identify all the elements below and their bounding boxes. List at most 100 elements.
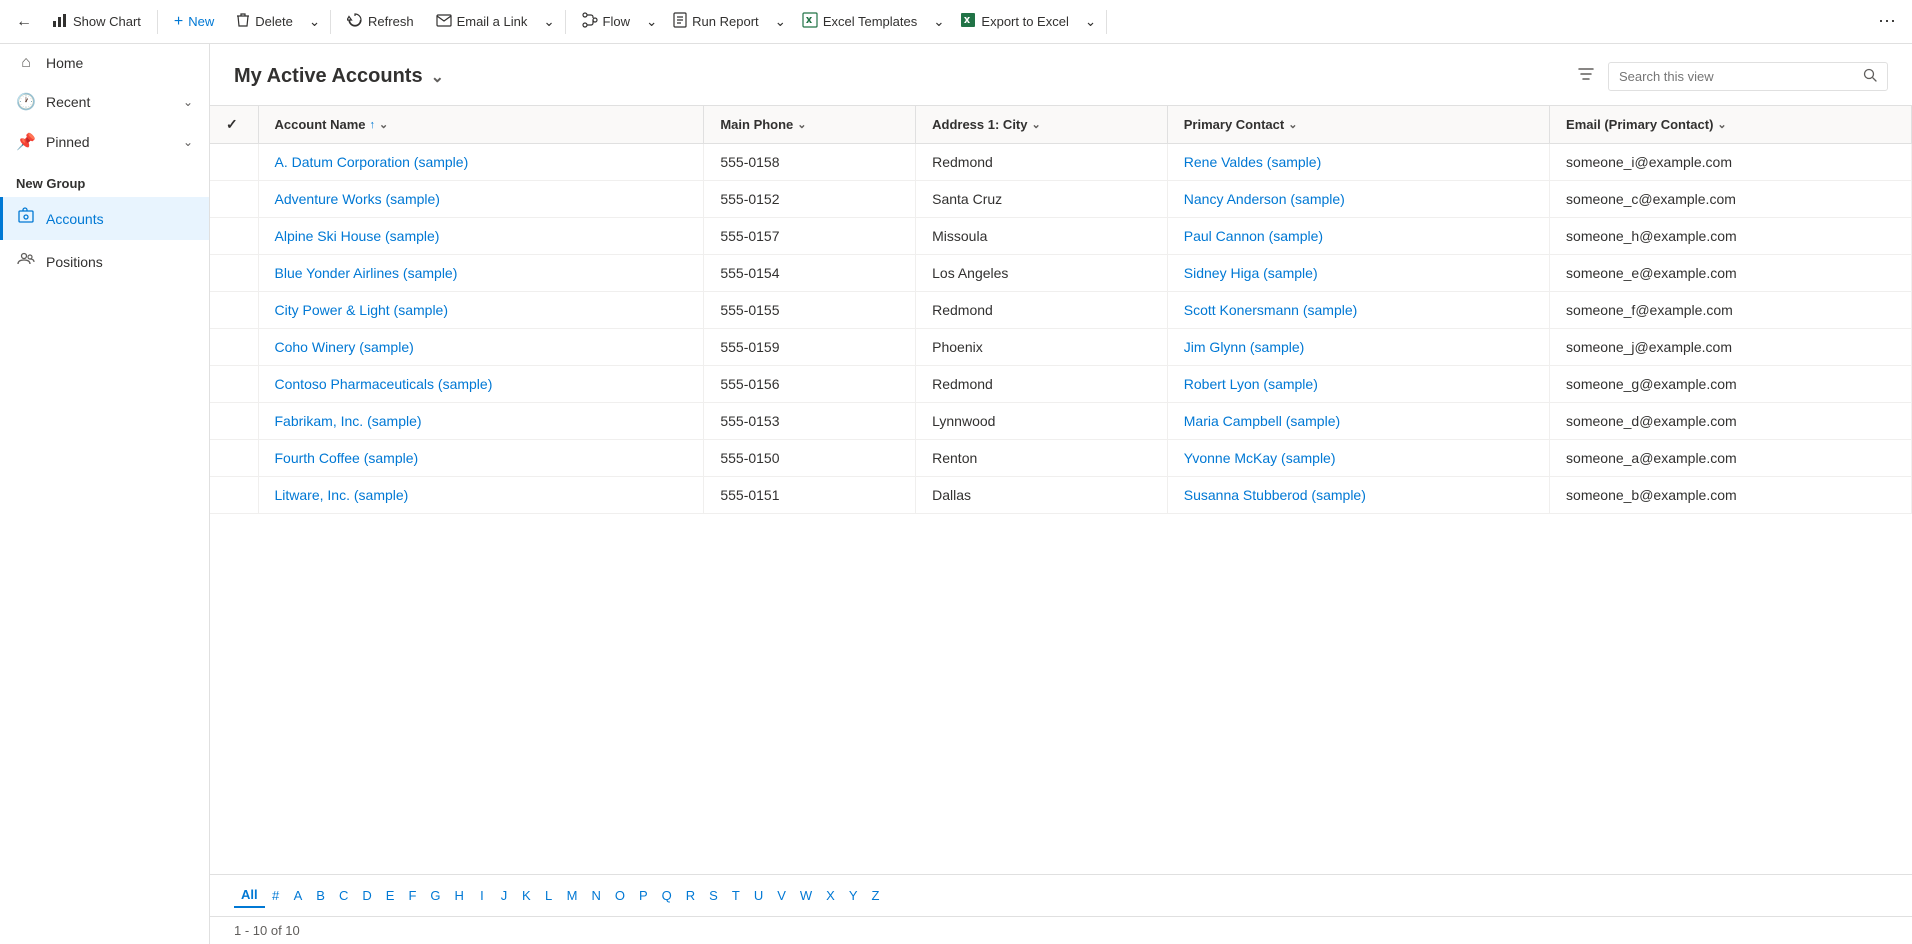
new-button[interactable]: + New <box>164 7 224 37</box>
row-checkbox[interactable] <box>210 292 258 329</box>
primary-contact-cell[interactable]: Scott Konersmann (sample) <box>1167 292 1549 329</box>
alpha-btn-i[interactable]: I <box>471 884 493 907</box>
alpha-btn-f[interactable]: F <box>401 884 423 907</box>
row-checkbox[interactable] <box>210 218 258 255</box>
alpha-btn-m[interactable]: M <box>560 884 585 907</box>
delete-dropdown-button[interactable]: ⌄ <box>305 8 324 36</box>
alpha-btn-z[interactable]: Z <box>865 884 887 907</box>
show-chart-button[interactable]: Show Chart <box>42 6 151 37</box>
account-name-cell[interactable]: Blue Yonder Airlines (sample) <box>258 255 704 292</box>
alpha-btn-#[interactable]: # <box>265 884 287 907</box>
account-name-cell[interactable]: Adventure Works (sample) <box>258 181 704 218</box>
primary-contact-cell[interactable]: Yvonne McKay (sample) <box>1167 440 1549 477</box>
select-all-check[interactable]: ✓ <box>226 116 238 132</box>
account-name-cell[interactable]: City Power & Light (sample) <box>258 292 704 329</box>
sidebar-item-accounts[interactable]: Accounts <box>0 197 209 240</box>
primary-contact-cell[interactable]: Robert Lyon (sample) <box>1167 366 1549 403</box>
email-column-header[interactable]: Email (Primary Contact) ⌄ <box>1550 106 1912 144</box>
main-phone-filter-icon[interactable]: ⌄ <box>797 118 806 131</box>
alpha-btn-r[interactable]: R <box>679 884 702 907</box>
account-name-cell[interactable]: Fourth Coffee (sample) <box>258 440 704 477</box>
main-phone-column-header[interactable]: Main Phone ⌄ <box>704 106 916 144</box>
run-report-button[interactable]: Run Report <box>663 6 768 37</box>
sidebar-item-pinned[interactable]: 📌 Pinned ⌄ <box>0 122 209 162</box>
city-filter-icon[interactable]: ⌄ <box>1032 118 1041 131</box>
alpha-btn-h[interactable]: H <box>448 884 471 907</box>
alpha-btn-n[interactable]: N <box>584 884 607 907</box>
row-checkbox[interactable] <box>210 144 258 181</box>
flow-button[interactable]: Flow <box>572 6 640 37</box>
row-checkbox[interactable] <box>210 181 258 218</box>
primary-contact-cell[interactable]: Jim Glynn (sample) <box>1167 329 1549 366</box>
export-dropdown-button[interactable]: ⌄ <box>1081 8 1100 36</box>
search-icon[interactable] <box>1863 68 1877 85</box>
report-dropdown-button[interactable]: ⌄ <box>771 8 790 36</box>
alpha-btn-x[interactable]: X <box>819 884 842 907</box>
account-name-column-header[interactable]: Account Name ↑ ⌄ <box>258 106 704 144</box>
main-layout: ⌂ Home 🕐 Recent ⌄ 📌 Pinned ⌄ New Group A… <box>0 44 1912 944</box>
export-excel-button[interactable]: Export to Excel <box>950 6 1078 37</box>
alpha-btn-l[interactable]: L <box>538 884 560 907</box>
alpha-btn-e[interactable]: E <box>379 884 402 907</box>
alpha-btn-w[interactable]: W <box>793 884 819 907</box>
row-checkbox[interactable] <box>210 440 258 477</box>
primary-contact-header-label: Primary Contact <box>1184 117 1284 132</box>
primary-contact-cell[interactable]: Sidney Higa (sample) <box>1167 255 1549 292</box>
alpha-btn-p[interactable]: P <box>632 884 655 907</box>
view-title-dropdown-icon[interactable]: ⌄ <box>431 67 444 87</box>
alpha-btn-a[interactable]: A <box>287 884 310 907</box>
refresh-button[interactable]: Refresh <box>337 6 424 37</box>
alpha-btn-q[interactable]: Q <box>655 884 679 907</box>
alpha-btn-c[interactable]: C <box>332 884 355 907</box>
filter-button[interactable] <box>1572 60 1600 93</box>
account-name-cell[interactable]: Alpine Ski House (sample) <box>258 218 704 255</box>
alpha-btn-o[interactable]: O <box>608 884 632 907</box>
email-link-button[interactable]: Email a Link <box>426 8 538 36</box>
primary-contact-cell[interactable]: Maria Campbell (sample) <box>1167 403 1549 440</box>
excel-templates-dropdown-button[interactable]: ⌄ <box>929 8 948 36</box>
primary-contact-column-header[interactable]: Primary Contact ⌄ <box>1167 106 1549 144</box>
alpha-btn-b[interactable]: B <box>309 884 332 907</box>
flow-dropdown-button[interactable]: ⌄ <box>642 8 661 36</box>
account-name-cell[interactable]: Contoso Pharmaceuticals (sample) <box>258 366 704 403</box>
checkbox-column-header[interactable]: ✓ <box>210 106 258 144</box>
search-input[interactable] <box>1619 69 1857 84</box>
primary-contact-cell[interactable]: Nancy Anderson (sample) <box>1167 181 1549 218</box>
primary-contact-cell[interactable]: Susanna Stubberod (sample) <box>1167 477 1549 514</box>
row-checkbox[interactable] <box>210 403 258 440</box>
account-name-cell[interactable]: Litware, Inc. (sample) <box>258 477 704 514</box>
account-name-cell[interactable]: Coho Winery (sample) <box>258 329 704 366</box>
excel-templates-button[interactable]: Excel Templates <box>792 6 927 37</box>
alpha-btn-all[interactable]: All <box>234 883 265 908</box>
account-name-cell[interactable]: A. Datum Corporation (sample) <box>258 144 704 181</box>
city-column-header[interactable]: Address 1: City ⌄ <box>916 106 1168 144</box>
account-name-cell[interactable]: Fabrikam, Inc. (sample) <box>258 403 704 440</box>
sidebar-item-recent[interactable]: 🕐 Recent ⌄ <box>0 82 209 122</box>
primary-contact-cell[interactable]: Rene Valdes (sample) <box>1167 144 1549 181</box>
alpha-btn-v[interactable]: V <box>770 884 793 907</box>
row-checkbox[interactable] <box>210 255 258 292</box>
row-checkbox[interactable] <box>210 477 258 514</box>
alpha-btn-g[interactable]: G <box>423 884 447 907</box>
delete-button[interactable]: Delete <box>226 6 303 37</box>
alpha-btn-y[interactable]: Y <box>842 884 865 907</box>
accounts-icon <box>16 207 36 230</box>
alpha-btn-u[interactable]: U <box>747 884 770 907</box>
more-options-button[interactable]: ⋯ <box>1870 5 1904 38</box>
alpha-btn-s[interactable]: S <box>702 884 725 907</box>
sidebar-item-home[interactable]: ⌂ Home <box>0 44 209 82</box>
back-button[interactable]: ← <box>8 7 40 37</box>
sidebar-item-positions[interactable]: Positions <box>0 240 209 283</box>
row-checkbox[interactable] <box>210 366 258 403</box>
primary-contact-filter-icon[interactable]: ⌄ <box>1288 118 1297 131</box>
primary-contact-cell[interactable]: Paul Cannon (sample) <box>1167 218 1549 255</box>
alphabet-navigation: All#ABCDEFGHIJKLMNOPQRSTUVWXYZ <box>210 874 1912 916</box>
email-dropdown-button[interactable]: ⌄ <box>539 8 558 36</box>
alpha-btn-j[interactable]: J <box>493 884 515 907</box>
account-name-filter-icon[interactable]: ⌄ <box>379 118 388 131</box>
row-checkbox[interactable] <box>210 329 258 366</box>
alpha-btn-k[interactable]: K <box>515 884 538 907</box>
email-filter-icon[interactable]: ⌄ <box>1717 118 1726 131</box>
alpha-btn-d[interactable]: D <box>355 884 378 907</box>
alpha-btn-t[interactable]: T <box>725 884 747 907</box>
